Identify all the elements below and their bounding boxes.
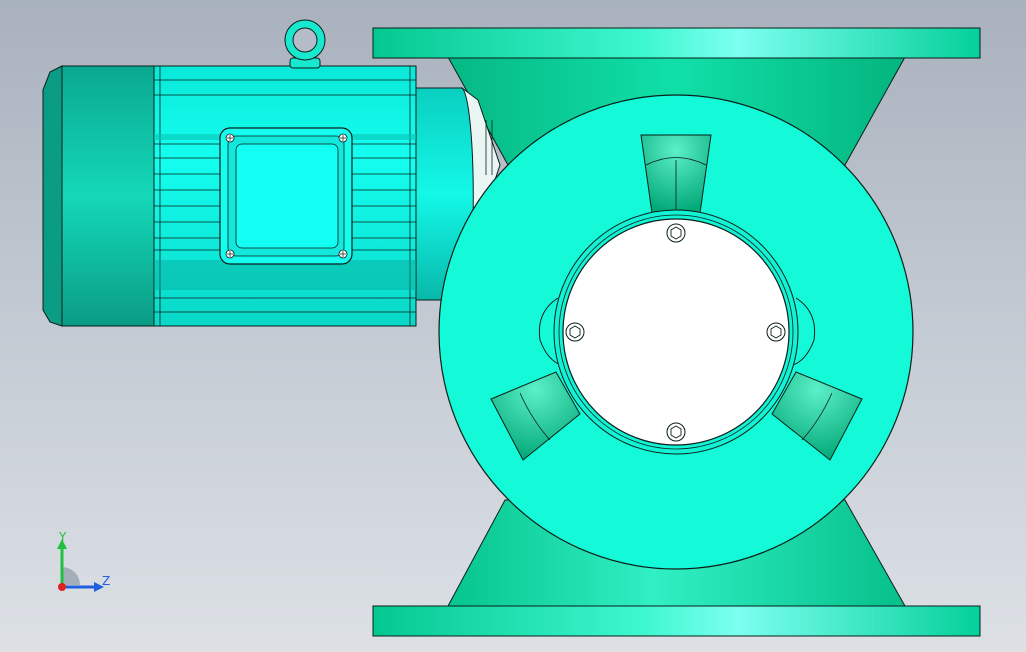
x-axis-origin [58, 583, 66, 591]
rotary-valve-model[interactable] [0, 0, 1026, 652]
inlet-flange [372, 27, 981, 59]
z-axis-label: Z [102, 574, 110, 588]
end-cap-hub [562, 218, 790, 446]
outlet-flange [372, 605, 981, 637]
lifting-eye-bolt [284, 19, 326, 69]
end-cap-bolt-right [766, 322, 786, 342]
end-cap-bolt-top [666, 223, 686, 243]
triad-sector [62, 567, 80, 585]
motor-terminal-box [219, 127, 353, 265]
cad-viewport[interactable]: Y Z [0, 0, 1026, 652]
motor-fan-cover [42, 65, 155, 327]
y-axis-label: Y [58, 530, 67, 544]
end-cap-bolt-left [565, 322, 585, 342]
coordinate-triad: Y Z [57, 530, 110, 592]
end-cap-bolt-bottom [666, 422, 686, 442]
rotor-pocket-top [640, 134, 712, 214]
